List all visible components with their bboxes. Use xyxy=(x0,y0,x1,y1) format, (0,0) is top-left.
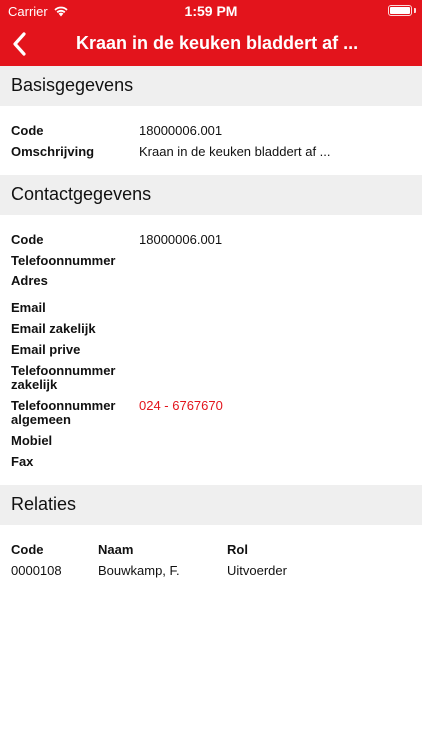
label-line: Telefoonnummer xyxy=(11,398,116,413)
battery-icon xyxy=(388,5,412,16)
section-header-contactgegevens: Contactgegevens xyxy=(0,175,422,215)
adres-label: Adres xyxy=(11,273,48,288)
fax-label: Fax xyxy=(11,454,34,469)
omschrijving-value: Kraan in de keuken bladdert af ... xyxy=(139,144,331,159)
label-line: algemeen xyxy=(11,412,71,427)
section-title: Relaties xyxy=(11,494,77,514)
email-label: Email xyxy=(11,300,46,315)
column-header-naam: Naam xyxy=(98,542,134,557)
omschrijving-label: Omschrijving xyxy=(11,144,95,159)
telefoonnummer-zakelijk-label: Telefoonnummer zakelijk xyxy=(11,364,116,392)
section-header-basisgegevens: Basisgegevens xyxy=(0,66,422,106)
label-line: Telefoonnummer xyxy=(11,363,116,378)
section-title: Contactgegevens xyxy=(11,184,152,204)
page-title: Kraan in de keuken bladdert af ... xyxy=(76,33,359,53)
label-line: zakelijk xyxy=(11,377,58,392)
code-value: 18000006.001 xyxy=(139,123,223,138)
email-zakelijk-label: Email zakelijk xyxy=(11,321,96,336)
contact-code-label: Code xyxy=(11,232,44,247)
chevron-left-icon xyxy=(13,32,26,56)
code-label: Code xyxy=(11,123,44,138)
clock: 1:59 PM xyxy=(184,3,238,19)
section-title: Basisgegevens xyxy=(11,75,134,95)
battery-tip xyxy=(414,8,416,13)
section-header-relaties: Relaties xyxy=(0,485,422,525)
cell-naam: Bouwkamp, F. xyxy=(98,563,180,578)
column-header-rol: Rol xyxy=(227,542,248,557)
telefoonnummer-label: Telefoonnummer xyxy=(11,253,116,268)
telefoonnummer-algemeen-link[interactable]: 024 - 6767670 xyxy=(139,399,223,413)
cell-code: 0000108 xyxy=(11,563,62,578)
contact-code-value: 18000006.001 xyxy=(139,232,223,247)
status-bar: Carrier 1:59 PM xyxy=(0,0,422,22)
telefoonnummer-algemeen-label: Telefoonnummer algemeen xyxy=(11,399,116,427)
cell-rol: Uitvoerder xyxy=(227,563,287,578)
email-prive-label: Email prive xyxy=(11,342,81,357)
column-header-code: Code xyxy=(11,542,44,557)
back-button[interactable] xyxy=(10,31,32,57)
mobiel-label: Mobiel xyxy=(11,433,53,448)
